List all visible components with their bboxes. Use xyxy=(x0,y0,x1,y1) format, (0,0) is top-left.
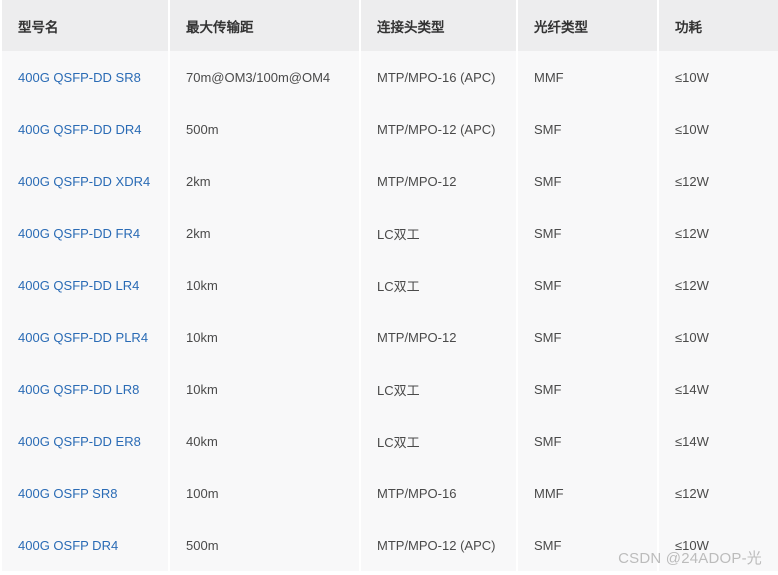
model-link[interactable]: 400G QSFP-DD LR8 xyxy=(18,382,139,397)
connector-cell: LC双工 xyxy=(360,415,518,467)
fiber-cell: SMF xyxy=(517,363,659,415)
table-row: 400G QSFP-DD DR4 500m MTP/MPO-12 (APC) S… xyxy=(2,103,778,155)
distance-cell: 2km xyxy=(169,155,361,207)
model-link[interactable]: 400G QSFP-DD SR8 xyxy=(18,70,141,85)
power-cell: ≤14W xyxy=(675,433,709,449)
distance-cell: 10km xyxy=(169,363,361,415)
model-link[interactable]: 400G QSFP-DD PLR4 xyxy=(18,330,148,345)
table-row: 400G OSFP SR8 100m MTP/MPO-16 MMF ≤12W xyxy=(2,467,778,519)
connector-cell: MTP/MPO-16 xyxy=(360,467,518,519)
table-row: 400G QSFP-DD LR8 10km LC双工 SMF ≤14W xyxy=(2,363,778,415)
distance-cell: 40km xyxy=(169,415,361,467)
fiber-cell: MMF xyxy=(517,467,659,519)
csdn-watermark: CSDN @24ADOP-光 xyxy=(618,550,762,567)
distance-cell: 70m@OM3/100m@OM4 xyxy=(169,51,361,103)
model-link[interactable]: 400G QSFP-DD DR4 xyxy=(18,122,142,137)
header-fiber: 光纤类型 xyxy=(517,0,659,51)
connector-cell: LC双工 xyxy=(360,207,518,259)
header-power: 功耗 xyxy=(658,0,778,51)
fiber-cell: SMF xyxy=(517,103,659,155)
fiber-cell: SMF xyxy=(517,311,659,363)
table-row: 400G QSFP-DD LR4 10km LC双工 SMF ≤12W xyxy=(2,259,778,311)
fiber-cell: SMF xyxy=(517,415,659,467)
header-row: 型号名 最大传输距 连接头类型 光纤类型 功耗 xyxy=(2,0,778,51)
connector-cell: LC双工 xyxy=(360,363,518,415)
power-cell: ≤10W xyxy=(675,121,709,137)
model-link[interactable]: 400G OSFP DR4 xyxy=(18,538,118,553)
table-row: 400G QSFP-DD XDR4 2km MTP/MPO-12 SMF ≤12… xyxy=(2,155,778,207)
power-cell: ≤12W xyxy=(675,173,709,189)
power-cell: ≤12W xyxy=(675,225,709,241)
header-connector: 连接头类型 xyxy=(360,0,518,51)
distance-cell: 10km xyxy=(169,311,361,363)
table-row: 400G QSFP-DD SR8 70m@OM3/100m@OM4 MTP/MP… xyxy=(2,51,778,103)
connector-cell: LC双工 xyxy=(360,259,518,311)
model-link[interactable]: 400G QSFP-DD LR4 xyxy=(18,278,139,293)
distance-cell: 2km xyxy=(169,207,361,259)
product-spec-table: 型号名 最大传输距 连接头类型 光纤类型 功耗 400G QSFP-DD SR8… xyxy=(2,0,778,571)
fiber-cell: SMF xyxy=(517,207,659,259)
header-distance: 最大传输距 xyxy=(169,0,361,51)
table-header: 型号名 最大传输距 连接头类型 光纤类型 功耗 xyxy=(2,0,778,51)
table-row: 400G QSFP-DD ER8 40km LC双工 SMF ≤14W xyxy=(2,415,778,467)
power-cell: ≤10W xyxy=(675,69,709,85)
table-body: 400G QSFP-DD SR8 70m@OM3/100m@OM4 MTP/MP… xyxy=(2,51,778,571)
distance-cell: 10km xyxy=(169,259,361,311)
fiber-cell: MMF xyxy=(517,51,659,103)
distance-cell: 500m xyxy=(169,519,361,571)
connector-cell: MTP/MPO-16 (APC) xyxy=(360,51,518,103)
power-cell: ≤14W xyxy=(675,381,709,397)
fiber-cell: SMF xyxy=(517,155,659,207)
connector-cell: MTP/MPO-12 xyxy=(360,155,518,207)
distance-cell: 500m xyxy=(169,103,361,155)
connector-cell: MTP/MPO-12 (APC) xyxy=(360,519,518,571)
table-row: 400G QSFP-DD PLR4 10km MTP/MPO-12 SMF ≤1… xyxy=(2,311,778,363)
power-cell: ≤10W xyxy=(675,329,709,345)
connector-cell: MTP/MPO-12 (APC) xyxy=(360,103,518,155)
model-link[interactable]: 400G QSFP-DD FR4 xyxy=(18,226,140,241)
model-link[interactable]: 400G QSFP-DD XDR4 xyxy=(18,174,150,189)
connector-cell: MTP/MPO-12 xyxy=(360,311,518,363)
power-cell: ≤12W xyxy=(675,277,709,293)
table-row: 400G QSFP-DD FR4 2km LC双工 SMF ≤12W xyxy=(2,207,778,259)
header-model: 型号名 xyxy=(2,0,170,51)
model-link[interactable]: 400G OSFP SR8 xyxy=(18,486,117,501)
power-cell: ≤12W xyxy=(675,485,709,501)
distance-cell: 100m xyxy=(169,467,361,519)
model-link[interactable]: 400G QSFP-DD ER8 xyxy=(18,434,141,449)
fiber-cell: SMF xyxy=(517,259,659,311)
